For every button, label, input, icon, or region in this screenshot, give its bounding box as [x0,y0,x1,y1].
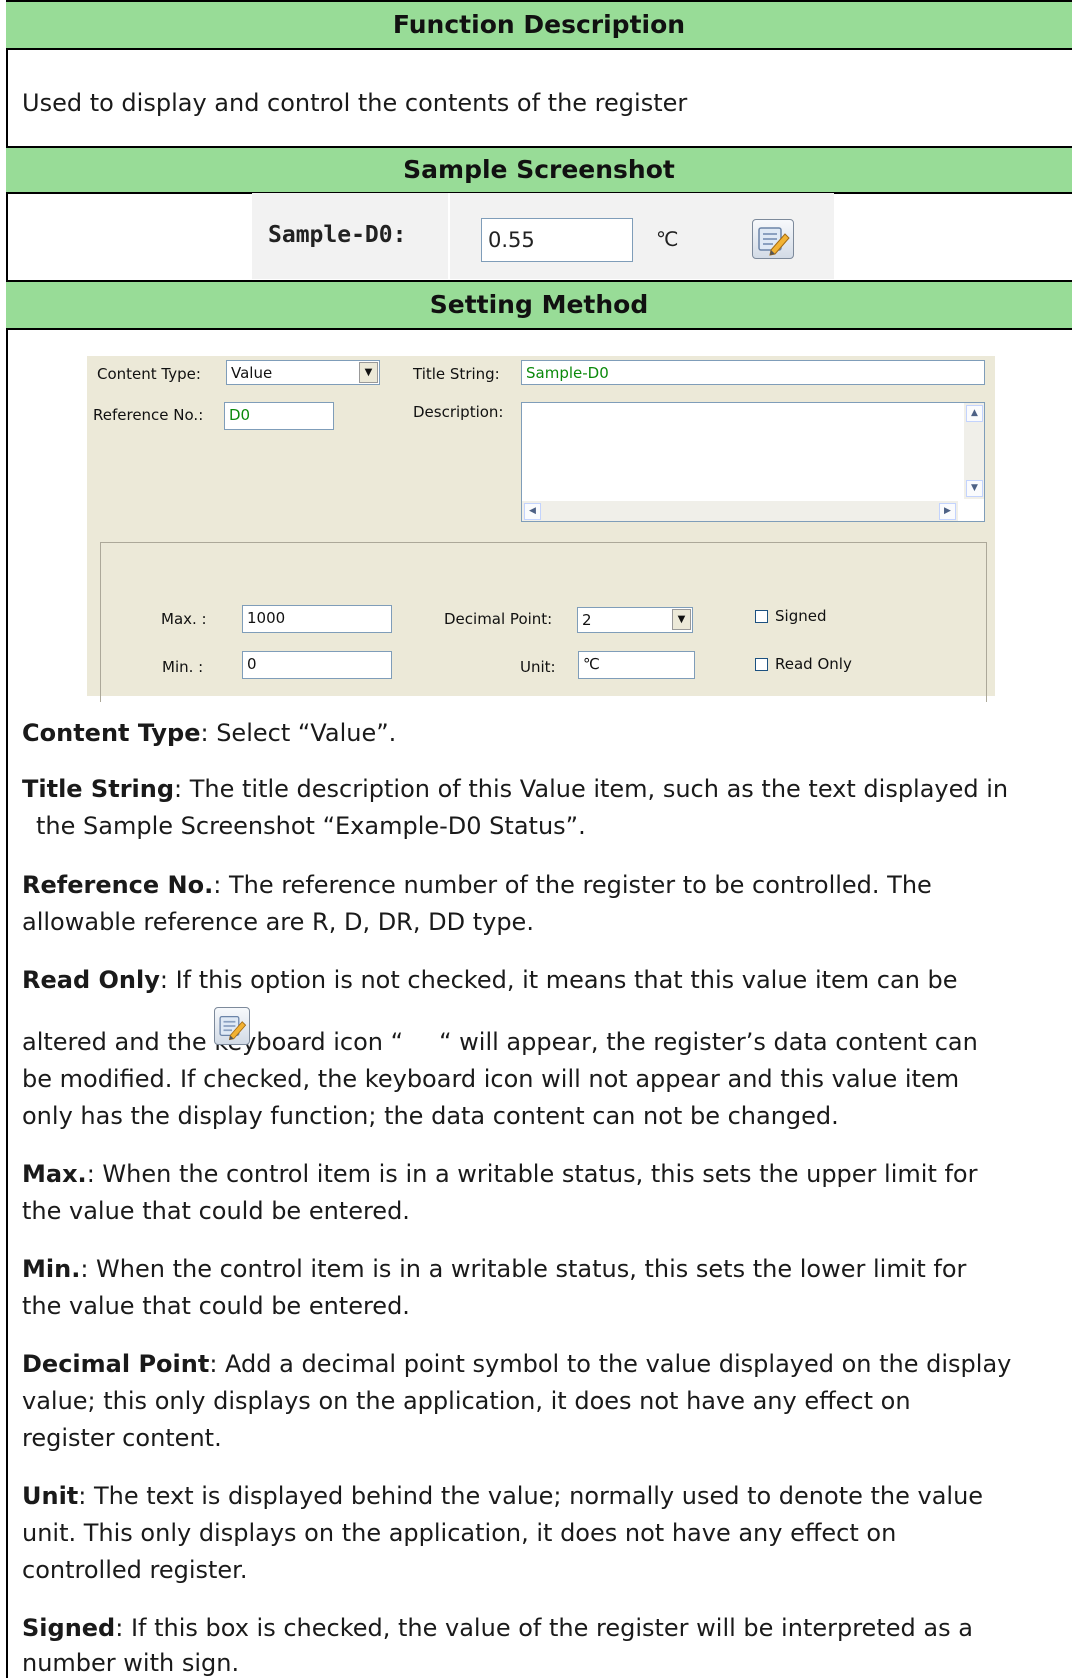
max-label: Max. : [161,610,207,628]
read-only-checkbox[interactable] [755,658,768,671]
chevron-down-icon[interactable]: ▼ [672,609,691,630]
chevron-down-icon[interactable]: ▼ [359,362,378,383]
desc-decimal-point: Decimal Point: Add a decimal point symbo… [22,1347,1011,1381]
max-field[interactable]: 1000 [242,605,392,633]
term-max: Max. [22,1160,87,1188]
signed-checkbox[interactable] [755,610,768,623]
text-read-only-1: : If this option is not checked, it mean… [159,966,958,994]
keyboard-icon-inline [214,1007,250,1045]
text-unit-1: : The text is displayed behind the value… [78,1482,984,1510]
term-title-string: Title String [22,775,175,803]
desc-unit-line3: controlled register. [22,1556,248,1584]
desc-read-only-line4: only has the display function; the data … [22,1102,839,1130]
sample-title: Sample-D0: [268,222,407,248]
content-type-label: Content Type: [97,365,201,383]
desc-read-only-line3: be modified. If checked, the keyboard ic… [22,1065,960,1093]
desc-reference-no: Reference No.: The reference number of t… [22,868,932,902]
text-content-type: : Select “Value”. [200,719,397,747]
horizontal-scrollbar[interactable]: ◀ ▶ [522,501,958,521]
text-max-1: : When the control item is in a writable… [86,1160,978,1188]
term-unit: Unit [22,1482,79,1510]
term-reference-no: Reference No. [22,871,214,899]
desc-min: Min.: When the control item is in a writ… [22,1252,966,1286]
vertical-scrollbar[interactable]: ▲ ▼ [964,403,984,499]
text-title-string-1: : The title description of this Value it… [174,775,1009,803]
settings-dialog: Content Type: Value ▼ Title String: Samp… [87,356,995,702]
desc-decimal-point-line2: value; this only displays on the applica… [22,1387,911,1415]
title-string-field[interactable]: Sample-D0 [521,360,985,385]
description-label: Description: [413,403,504,421]
desc-reference-no-line2: allowable reference are R, D, DR, DD typ… [22,908,534,936]
desc-signed: Signed: If this box is checked, the valu… [22,1611,973,1645]
text-decimal-point-1: : Add a decimal point symbol to the valu… [209,1350,1012,1378]
desc-min-line2: the value that could be entered. [22,1292,410,1320]
scroll-down-icon[interactable]: ▼ [966,480,983,497]
sample-value-field[interactable]: 0.55 [481,218,633,262]
unit-field[interactable]: ℃ [578,651,695,679]
reference-no-label: Reference No.: [93,406,204,424]
decimal-point-label: Decimal Point: [444,610,553,628]
text-read-only-2b: “ will appear, the register’s data conte… [439,1028,978,1056]
text-min-1: : When the control item is in a writable… [80,1255,967,1283]
sample-screenshot-header: Sample Screenshot [6,146,1072,194]
desc-unit: Unit: The text is displayed behind the v… [22,1479,983,1513]
function-description-text: Used to display and control the contents… [22,89,688,117]
sample-unit: ℃ [656,227,679,251]
title-string-label: Title String: [413,365,500,383]
scroll-left-icon[interactable]: ◀ [524,503,541,520]
content-type-value: Value [231,364,273,382]
desc-title-string-line2: the Sample Screenshot “Example-D0 Status… [36,812,586,840]
desc-unit-line2: unit. This only displays on the applicat… [22,1519,897,1547]
signed-label: Signed [775,607,827,625]
text-signed-1: : If this box is checked, the value of t… [115,1614,973,1642]
term-read-only: Read Only [22,966,160,994]
unit-label: Unit: [520,658,556,676]
reference-no-field[interactable]: D0 [224,402,334,430]
description-scrollbars: ▲ ▼ ◀ ▶ [521,402,985,522]
desc-content-type: Content Type: Select “Value”. [22,716,396,750]
min-field[interactable]: 0 [242,651,392,679]
term-min: Min. [22,1255,81,1283]
text-read-only-2a: altered and the keyboard icon “ [22,1028,404,1056]
content-type-select[interactable]: Value ▼ [226,360,380,385]
setting-method-header: Setting Method [6,280,1072,330]
decimal-point-value: 2 [582,611,592,629]
min-label: Min. : [162,658,204,676]
keyboard-edit-icon[interactable] [752,219,794,259]
sample-divider [448,193,450,279]
decimal-point-select[interactable]: 2 ▼ [577,607,693,633]
text-reference-no-1: : The reference number of the register t… [213,871,932,899]
term-content-type: Content Type [22,719,201,747]
term-signed: Signed [22,1614,116,1642]
desc-signed-line2: number with sign. [22,1649,240,1677]
desc-decimal-point-line3: register content. [22,1424,222,1452]
desc-read-only-line2: altered and the keyboard icon “ “ will ap… [22,1025,978,1059]
desc-title-string: Title String: The title description of t… [22,772,1008,806]
function-description-header: Function Description [6,0,1072,50]
desc-read-only: Read Only: If this option is not checked… [22,963,958,997]
term-decimal-point: Decimal Point [22,1350,210,1378]
scroll-right-icon[interactable]: ▶ [939,503,956,520]
scroll-up-icon[interactable]: ▲ [966,405,983,422]
desc-max-line2: the value that could be entered. [22,1197,410,1225]
desc-max: Max.: When the control item is in a writ… [22,1157,977,1191]
read-only-label: Read Only [775,655,852,673]
